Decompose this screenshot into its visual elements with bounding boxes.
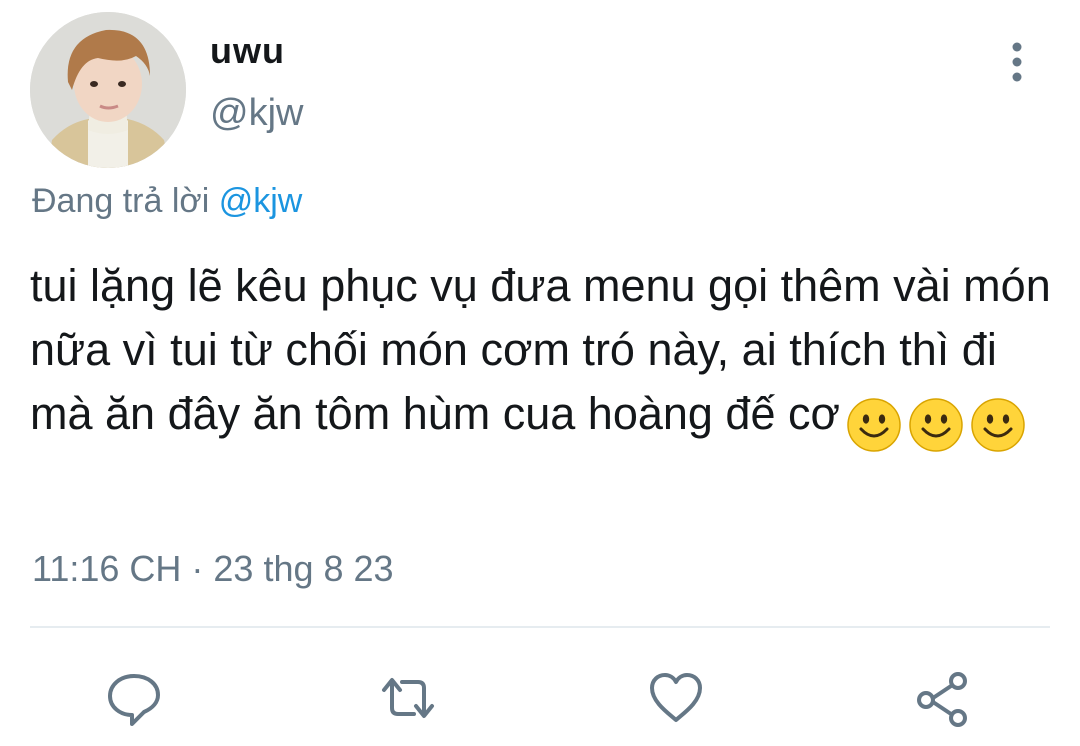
smiling-face-emoji-icon <box>846 397 902 453</box>
tweet-timestamp[interactable]: 11:16 CH · 23 thg 8 23 <box>32 548 394 590</box>
divider <box>30 626 1050 628</box>
tweet-text: tui lặng lẽ kêu phục vụ đưa menu gọi thê… <box>30 254 1070 454</box>
retweet-icon <box>382 678 434 718</box>
share-icon <box>917 672 967 727</box>
more-options-icon[interactable] <box>995 38 1039 88</box>
avatar[interactable] <box>30 12 186 168</box>
smiling-face-emoji-icon <box>970 397 1026 453</box>
avatar-image <box>30 12 186 168</box>
reply-mention-link[interactable]: @kjw <box>219 182 303 220</box>
comment-icon <box>108 674 160 726</box>
smiling-face-emoji-icon <box>908 397 964 453</box>
tweet-detail: uwu @kjw Đang trả lời @kjw tui lặng lẽ k… <box>0 0 1080 746</box>
replying-to-label: Đang trả lời <box>32 182 210 220</box>
user-handle[interactable]: @kjw <box>210 92 303 135</box>
display-name[interactable]: uwu <box>210 30 285 72</box>
share-button[interactable] <box>912 668 972 728</box>
heart-icon <box>650 673 702 722</box>
retweet-button[interactable] <box>376 668 440 728</box>
replying-to: Đang trả lời @kjw <box>32 182 302 221</box>
emoji-group <box>846 390 1032 454</box>
like-button[interactable] <box>646 668 706 728</box>
reply-button[interactable] <box>104 668 164 728</box>
